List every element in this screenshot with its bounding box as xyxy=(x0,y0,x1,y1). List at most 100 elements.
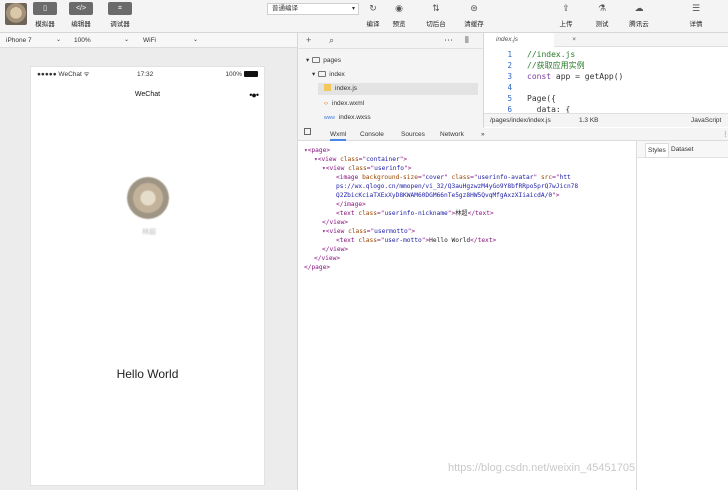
battery-icon xyxy=(244,71,258,78)
tab-styles[interactable]: Styles xyxy=(645,143,669,158)
folder-icon xyxy=(318,71,327,77)
js-file-icon xyxy=(324,84,331,91)
tab-dataset[interactable]: Dataset xyxy=(671,141,693,158)
wxml-node[interactable]: <text class="userinfo-nickname">林超</text… xyxy=(336,209,494,218)
language-mode[interactable]: JavaScript xyxy=(691,114,721,128)
line-number: 4 xyxy=(507,83,512,92)
device-bar: iPhone 7 ⌄ 100% ⌄ WiFi ⌄ xyxy=(0,33,297,48)
menu-icon: ☰ xyxy=(691,3,701,13)
file-tree-item[interactable]: ‹› index.wxml xyxy=(324,98,364,110)
wxml-node[interactable]: ▾<view class="userinfo"> xyxy=(322,164,411,173)
file-path: /pages/index/index.js xyxy=(490,117,551,124)
file-name: index.wxss xyxy=(338,114,371,121)
wxml-node[interactable]: Q2ZbicKciaTXExXyD8KWAM60DGM66nTe5gz8HW5Q… xyxy=(336,191,560,200)
switch-button[interactable]: ⇅ 切后台 xyxy=(420,2,452,28)
switch-icon: ⇅ xyxy=(432,3,440,13)
wxml-node[interactable]: <image background-size="cover" class="us… xyxy=(336,173,571,182)
phone-button[interactable]: ▯ 模拟器 xyxy=(30,2,60,28)
wxml-node[interactable]: </view> xyxy=(322,245,348,254)
add-icon[interactable]: + xyxy=(306,35,311,45)
cloud-icon: ☁ xyxy=(634,3,644,13)
wxml-node[interactable]: ▾<page> xyxy=(304,146,330,155)
wxml-node[interactable]: <text class="user-motto">Hello World</te… xyxy=(336,236,496,245)
upload-button[interactable]: ⇪ 上传 xyxy=(550,2,582,28)
debug-icon: ⌗ xyxy=(108,2,132,15)
code-button[interactable]: </> 编辑器 xyxy=(66,2,96,28)
wxml-node[interactable]: </view> xyxy=(314,254,340,263)
file-tree-item[interactable]: www index.wxss xyxy=(324,112,371,124)
layers-icon: ⊜ xyxy=(470,3,478,13)
toolbar-label: 模拟器 xyxy=(35,21,55,28)
search-icon[interactable]: ⌕ xyxy=(329,35,334,46)
cloud-button[interactable]: ☁ 腾讯云 xyxy=(623,2,655,28)
tab-wxml[interactable]: Wxml xyxy=(330,128,347,141)
wxml-node[interactable]: </page> xyxy=(304,263,330,272)
avatar[interactable] xyxy=(127,177,169,219)
network-select[interactable]: WiFi ⌄ xyxy=(143,33,201,48)
wxml-node[interactable]: </view> xyxy=(322,218,348,227)
file-size: 1.3 KB xyxy=(579,117,599,124)
code-text: //获取应用实例 xyxy=(527,61,585,70)
code-area[interactable]: 1 //index.js 2 //获取应用实例 3 const app = getApp(… xyxy=(484,49,728,115)
toolbar-label: 腾讯云 xyxy=(629,21,649,28)
more-vertical-icon[interactable]: ⋮ xyxy=(722,128,728,141)
file-tree-item[interactable]: index.js xyxy=(318,83,478,95)
compile-mode-select[interactable]: 普通编译 ▾ xyxy=(267,3,359,15)
line-number: 3 xyxy=(507,72,512,81)
tab-console[interactable]: Console xyxy=(360,128,384,141)
user-avatar-thumbnail[interactable] xyxy=(5,3,27,25)
eye-icon: ◉ xyxy=(395,3,403,13)
chevron-down-icon: ⌄ xyxy=(193,37,199,43)
split-panel-icon[interactable]: ⫴ xyxy=(465,35,469,46)
tab-index-js[interactable]: index.js × xyxy=(484,33,576,47)
file-name: index.wxml xyxy=(332,100,365,107)
wxml-node[interactable]: ▾<view class="usermotto"> xyxy=(322,227,415,236)
styles-panel: Styles Dataset xyxy=(636,141,728,490)
tab-network[interactable]: Network xyxy=(440,128,464,141)
folder-icon xyxy=(312,57,321,63)
chevron-down-icon: ⌄ xyxy=(124,37,130,43)
top-toolbar: ▯ 模拟器 </> 编辑器 ⌗ 调试器 普通编译 ▾ ↻ 编译 ◉ 预览 ⇅ 切后台 ⊜ 清缓存 ⇪ 上传… xyxy=(0,0,728,33)
toolbar-label: 预览 xyxy=(392,21,406,28)
watermark: https://blog.csdn.net/weixin_45451705 xyxy=(448,462,636,474)
device-select[interactable]: iPhone 7 ⌄ xyxy=(6,33,64,48)
simulator-screen: ●●●●● WeChat ᯤ 17:32 100% WeChat •●• 林超 … xyxy=(30,66,265,486)
phone-icon: ▯ xyxy=(33,2,57,15)
layers-button[interactable]: ⊜ 清缓存 xyxy=(458,2,490,28)
inspect-element-icon[interactable] xyxy=(304,128,311,135)
network-value: WiFi xyxy=(143,37,156,44)
file-tree-item[interactable]: ▾ index xyxy=(312,69,345,81)
wxml-node[interactable]: ▾<view class="container"> xyxy=(314,155,407,164)
zoom-select[interactable]: 100% ⌄ xyxy=(74,33,132,48)
editor-tabs: index.js × xyxy=(484,33,728,47)
wxml-node[interactable]: ps://wx.qlogo.cn/mmopen/vi_32/Q3auHgzwzM… xyxy=(336,182,578,191)
close-icon[interactable]: × xyxy=(572,33,576,47)
tab-sources[interactable]: Sources xyxy=(401,128,425,141)
editor-status-bar: /pages/index/index.js 1.3 KB JavaScript xyxy=(484,113,728,127)
toolbar-label: 上传 xyxy=(559,21,573,28)
toolbar-label: 调试器 xyxy=(110,21,130,28)
code-text: const app = getApp() xyxy=(527,72,624,81)
toolbar-label: 编辑器 xyxy=(71,21,91,28)
test-button[interactable]: ⚗ 测试 xyxy=(586,2,618,28)
more-icon[interactable]: ⋯ xyxy=(444,35,453,46)
code-line: 4 xyxy=(484,82,728,93)
test-icon: ⚗ xyxy=(597,3,607,13)
chevron-down-icon: ▾ xyxy=(306,57,310,64)
eye-button[interactable]: ◉ 预览 xyxy=(383,2,415,28)
more-options-icon[interactable]: •●• xyxy=(249,87,259,103)
file-tree-item[interactable]: ▾ pages xyxy=(306,55,341,67)
tab-more[interactable]: » xyxy=(481,128,485,141)
chevron-down-icon: ▾ xyxy=(312,71,316,78)
zoom-value: 100% xyxy=(74,37,91,44)
toolbar-label: 详情 xyxy=(689,21,703,28)
user-motto: Hello World xyxy=(116,367,179,381)
wxml-node[interactable]: </image> xyxy=(336,200,366,209)
line-number: 5 xyxy=(507,94,512,103)
debug-button[interactable]: ⌗ 调试器 xyxy=(105,2,135,28)
user-nickname: 林超 xyxy=(142,229,156,236)
wxss-file-icon: www xyxy=(324,115,335,121)
toolbar-label: 清缓存 xyxy=(464,21,484,28)
menu-button[interactable]: ☰ 详情 xyxy=(680,2,712,28)
code-icon: </> xyxy=(69,2,93,15)
